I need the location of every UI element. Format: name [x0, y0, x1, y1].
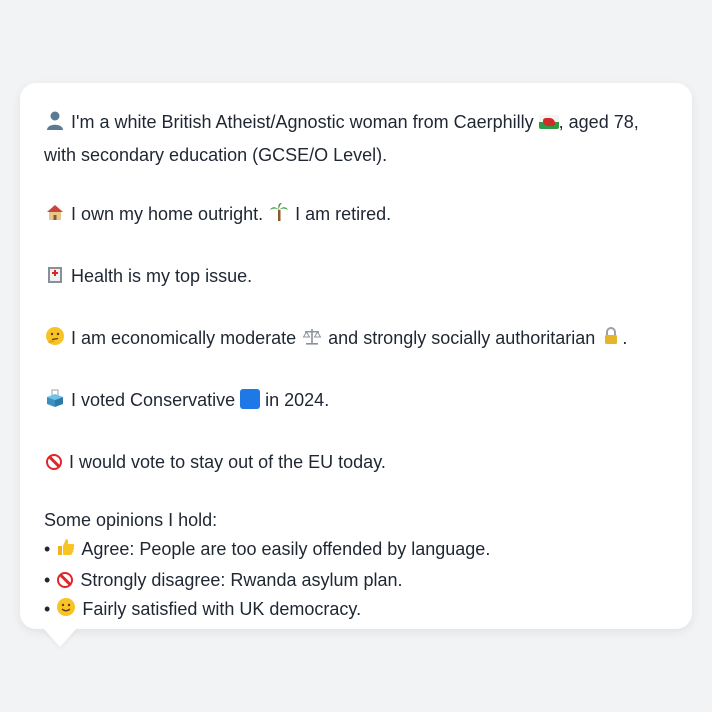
vote-text-1: I voted Conservative: [71, 390, 236, 410]
politics-text-3: .: [622, 328, 628, 348]
house-icon: [44, 202, 66, 232]
balance-scale-icon: [301, 326, 323, 356]
list-item: • Fairly satisfied with UK democracy.: [44, 595, 668, 626]
bullet: •: [44, 599, 51, 619]
persona-message-bubble: I'm a white British Atheist/Agnostic wom…: [20, 83, 692, 629]
opinions-heading: Some opinions I hold:: [44, 510, 218, 530]
politics-text-1: I am economically moderate: [71, 328, 297, 348]
intro-text-2: , aged 78,: [558, 112, 639, 132]
home-paragraph: I own my home outright. I am retired.: [44, 199, 668, 232]
list-item: • Strongly disagree: Rwanda asylum plan.: [44, 566, 668, 595]
intro-paragraph: I'm a white British Atheist/Agnostic wom…: [44, 107, 668, 170]
intro-text-1: I'm a white British Atheist/Agnostic wom…: [71, 112, 534, 132]
opinion-text: Fairly satisfied with UK democracy.: [82, 599, 362, 619]
bullet: •: [44, 539, 51, 559]
eu-paragraph: I would vote to stay out of the EU today…: [44, 447, 668, 477]
hospital-icon: [44, 264, 66, 294]
issue-paragraph: Health is my top issue.: [44, 261, 668, 294]
home-text-1: I own my home outright.: [71, 204, 264, 224]
palm-tree-icon: [268, 202, 290, 232]
ballot-box-icon: [44, 388, 66, 418]
opinions-section: Some opinions I hold: • Agree: People ar…: [44, 506, 668, 626]
blue-square-icon: [240, 389, 261, 409]
list-item: • Agree: People are too easily offended …: [44, 535, 668, 566]
home-text-2: I am retired.: [295, 204, 392, 224]
politics-paragraph: I am economically moderate and strongly …: [44, 323, 668, 356]
wales-flag-icon: [538, 115, 559, 129]
thumbs-up-icon: [55, 537, 77, 566]
person-silhouette-icon: [44, 110, 66, 140]
bullet: •: [44, 570, 51, 590]
slightly-smiling-face-icon: [55, 597, 77, 626]
issue-text: Health is my top issue.: [71, 266, 253, 286]
opinion-text: Agree: People are too easily offended by…: [81, 539, 491, 559]
vote-text-2: in 2024.: [265, 390, 330, 410]
bubble-tail: [42, 627, 78, 647]
thinking-face-icon: [44, 326, 66, 356]
intro-text-3: with secondary education (GCSE/O Level).: [44, 145, 388, 165]
vote-paragraph: I voted Conservative in 2024.: [44, 385, 668, 418]
eu-text: I would vote to stay out of the EU today…: [69, 452, 386, 472]
prohibited-icon: [57, 572, 74, 588]
padlock-icon: [600, 326, 622, 356]
opinion-text: Strongly disagree: Rwanda asylum plan.: [80, 570, 403, 590]
politics-text-2: and strongly socially authoritarian: [328, 328, 596, 348]
prohibited-icon: [46, 454, 62, 470]
